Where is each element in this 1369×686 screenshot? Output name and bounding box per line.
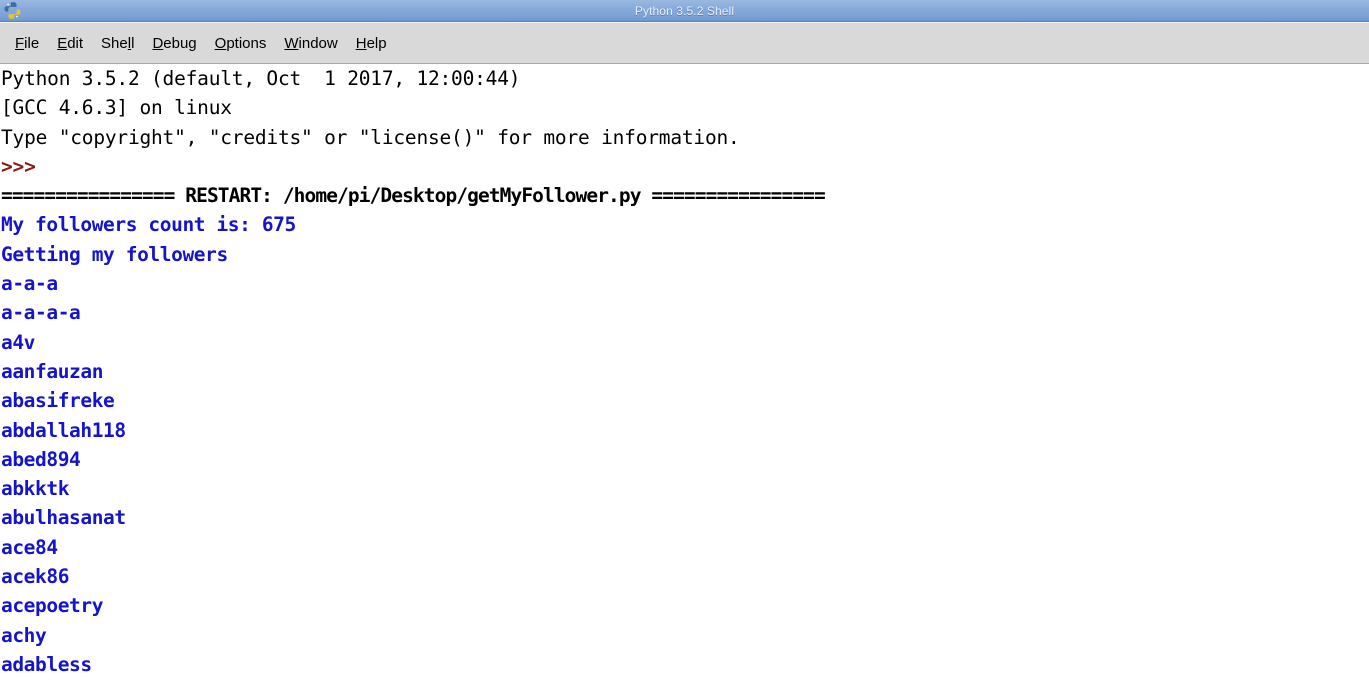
shell-line-stdout: abasifreke	[1, 389, 115, 413]
menu-item-debug[interactable]: Debug	[143, 33, 205, 54]
menu-mnemonic-char: W	[284, 34, 299, 52]
menu-label-text: ile	[24, 34, 40, 52]
menu-label-text: indow	[298, 34, 338, 52]
shell-line-stdout: a-a-a-a	[1, 301, 81, 325]
menu-mnemonic-char: H	[355, 34, 367, 52]
python-logo-icon	[3, 1, 22, 20]
shell-line-stdout: a4v	[1, 330, 36, 354]
shell-line-restart: ================ RESTART: /home/pi/Deskt…	[1, 184, 826, 208]
menu-mnemonic-char: D	[152, 34, 164, 52]
menu-label-text: She	[101, 34, 128, 52]
menu-item-help[interactable]: Help	[347, 33, 396, 54]
shell-line-stdout: acek86	[1, 565, 70, 589]
shell-line-stdout: abed894	[1, 447, 81, 471]
menu-label-text: dit	[67, 34, 84, 52]
menu-mnemonic-char: O	[214, 34, 227, 52]
window-titlebar[interactable]: Python 3.5.2 Shell	[0, 0, 1369, 22]
shell-line-stdout: a-a-a	[1, 272, 58, 296]
shell-line-banner: Python 3.5.2 (default, Oct 1 2017, 12:00…	[1, 67, 521, 90]
menu-bar: File Edit Shell Debug Options Window Help	[0, 22, 1369, 64]
menu-item-options[interactable]: Options	[206, 33, 276, 54]
menu-label-text: l	[131, 34, 135, 52]
shell-line-prompt: >>>	[1, 154, 36, 178]
shell-line-stdout: achy	[1, 623, 47, 647]
menu-mnemonic-char: F	[15, 34, 25, 52]
shell-line-banner: Type "copyright", "credits" or "license(…	[1, 125, 740, 149]
menu-label-text: elp	[366, 34, 387, 52]
shell-line-stdout: ace84	[1, 535, 58, 559]
shell-line-stdout: acepoetry	[1, 594, 104, 618]
menu-item-window[interactable]: Window	[275, 33, 346, 54]
shell-line-stdout: Getting my followers	[1, 242, 228, 266]
menu-item-edit[interactable]: Edit	[48, 33, 92, 54]
shell-line-banner: [GCC 4.6.3] on linux	[1, 96, 232, 120]
shell-line-stdout: adabless	[1, 652, 92, 676]
shell-line-stdout: aanfauzan	[1, 359, 104, 383]
shell-line-stdout: abkktk	[1, 477, 70, 501]
shell-line-stdout: abdallah118	[1, 418, 126, 442]
shell-output-area[interactable]: Python 3.5.2 (default, Oct 1 2017, 12:00…	[0, 64, 1369, 685]
menu-item-file[interactable]: File	[6, 33, 48, 54]
menu-item-shell[interactable]: Shell	[92, 33, 143, 54]
shell-line-stdout: abulhasanat	[1, 506, 126, 530]
menu-label-text: ptions	[226, 34, 267, 52]
menu-label-text: ebug	[163, 34, 197, 52]
menu-mnemonic-char: E	[57, 34, 68, 52]
window-title: Python 3.5.2 Shell	[634, 3, 735, 18]
shell-line-stdout: My followers count is: 675	[1, 213, 296, 237]
